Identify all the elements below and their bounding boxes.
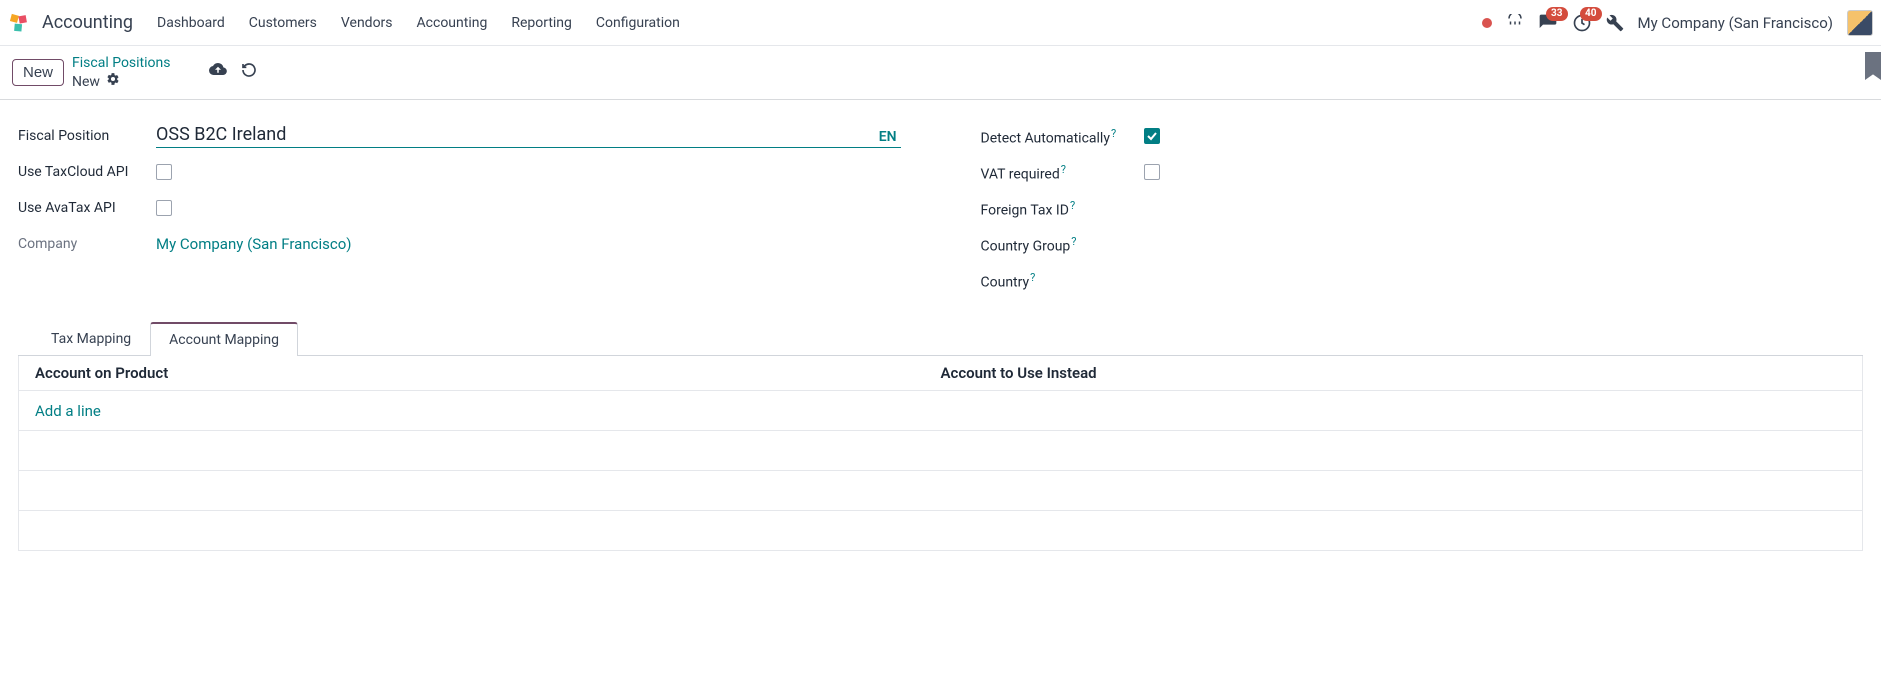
help-icon[interactable]: ? [1061, 163, 1066, 176]
menu-vendors[interactable]: Vendors [341, 15, 393, 31]
tab-tax-mapping[interactable]: Tax Mapping [32, 322, 150, 356]
company-value[interactable]: My Company (San Francisco) [156, 235, 351, 253]
nav-right: 33 40 My Company (San Francisco) [1482, 10, 1873, 36]
add-line-button[interactable]: Add a line [35, 402, 101, 420]
table-row-empty [19, 431, 1862, 471]
use-taxcloud-checkbox[interactable] [156, 164, 172, 180]
activities-icon[interactable]: 40 [1572, 13, 1592, 33]
field-company: Company My Company (San Francisco) [18, 226, 901, 262]
menu-customers[interactable]: Customers [249, 15, 317, 31]
main-menu: Dashboard Customers Vendors Accounting R… [157, 15, 680, 31]
breadcrumb: Fiscal Positions New [72, 54, 170, 91]
country-label: Country? [981, 271, 1136, 291]
menu-dashboard[interactable]: Dashboard [157, 15, 225, 31]
breadcrumb-current-text: New [72, 73, 100, 91]
country-group-label: Country Group? [981, 235, 1136, 255]
form-sheet: Fiscal Position EN Use TaxCloud API Use … [0, 100, 1881, 551]
new-button[interactable]: New [12, 59, 64, 86]
company-selector[interactable]: My Company (San Francisco) [1638, 14, 1833, 32]
table-row-add: Add a line [19, 391, 1862, 431]
account-mapping-table: Account on Product Account to Use Instea… [18, 356, 1863, 551]
form-right-column: Detect Automatically? VAT required? Fore… [981, 118, 1864, 298]
company-label: Company [18, 236, 148, 252]
col-account-to-use: Account to Use Instead [941, 364, 1847, 382]
detect-auto-checkbox[interactable] [1144, 128, 1160, 144]
lang-badge[interactable]: EN [875, 129, 901, 145]
col-account-on-product: Account on Product [35, 364, 941, 382]
control-panel: New Fiscal Positions New [0, 46, 1881, 100]
bookmark-icon[interactable] [1865, 52, 1881, 80]
foreign-tax-id-label: Foreign Tax ID? [981, 199, 1136, 219]
field-use-taxcloud: Use TaxCloud API [18, 154, 901, 190]
help-icon[interactable]: ? [1071, 235, 1076, 248]
field-detect-auto: Detect Automatically? [981, 118, 1864, 154]
discard-icon[interactable] [241, 62, 257, 82]
use-taxcloud-label: Use TaxCloud API [18, 164, 148, 180]
vat-required-checkbox[interactable] [1144, 164, 1160, 180]
apps-icon[interactable] [1506, 14, 1524, 32]
field-fiscal-position: Fiscal Position EN [18, 118, 901, 154]
table-header: Account on Product Account to Use Instea… [19, 356, 1862, 391]
form-left-column: Fiscal Position EN Use TaxCloud API Use … [18, 118, 901, 298]
menu-accounting[interactable]: Accounting [417, 15, 488, 31]
breadcrumb-current: New [72, 72, 170, 91]
user-avatar[interactable] [1847, 10, 1873, 36]
menu-reporting[interactable]: Reporting [511, 15, 572, 31]
table-row-empty [19, 511, 1862, 551]
breadcrumb-parent[interactable]: Fiscal Positions [72, 54, 170, 72]
help-icon[interactable]: ? [1070, 199, 1075, 212]
field-use-avatax: Use AvaTax API [18, 190, 901, 226]
recording-indicator-icon [1482, 18, 1492, 28]
messages-icon[interactable]: 33 [1538, 13, 1558, 33]
cloud-save-icon[interactable] [209, 60, 227, 82]
debug-icon[interactable] [1606, 14, 1624, 32]
field-country: Country? [981, 262, 1864, 298]
messages-badge: 33 [1546, 7, 1567, 21]
vat-required-label: VAT required? [981, 163, 1136, 183]
field-country-group: Country Group? [981, 226, 1864, 262]
menu-configuration[interactable]: Configuration [596, 15, 680, 31]
status-icons [209, 60, 257, 85]
help-icon[interactable]: ? [1030, 271, 1035, 284]
app-name[interactable]: Accounting [42, 12, 133, 33]
fiscal-position-label: Fiscal Position [18, 128, 148, 144]
gear-icon[interactable] [106, 72, 120, 91]
tab-account-mapping[interactable]: Account Mapping [150, 322, 298, 356]
table-row-empty [19, 471, 1862, 511]
field-vat-required: VAT required? [981, 154, 1864, 190]
use-avatax-checkbox[interactable] [156, 200, 172, 216]
field-foreign-tax-id: Foreign Tax ID? [981, 190, 1864, 226]
app-logo[interactable] [8, 12, 30, 34]
top-navbar: Accounting Dashboard Customers Vendors A… [0, 0, 1881, 46]
fiscal-position-input[interactable] [156, 124, 875, 145]
use-avatax-label: Use AvaTax API [18, 200, 148, 216]
activities-badge: 40 [1580, 7, 1601, 21]
help-icon[interactable]: ? [1111, 127, 1116, 140]
tabs: Tax Mapping Account Mapping [18, 322, 1863, 356]
detect-auto-label: Detect Automatically? [981, 127, 1136, 147]
